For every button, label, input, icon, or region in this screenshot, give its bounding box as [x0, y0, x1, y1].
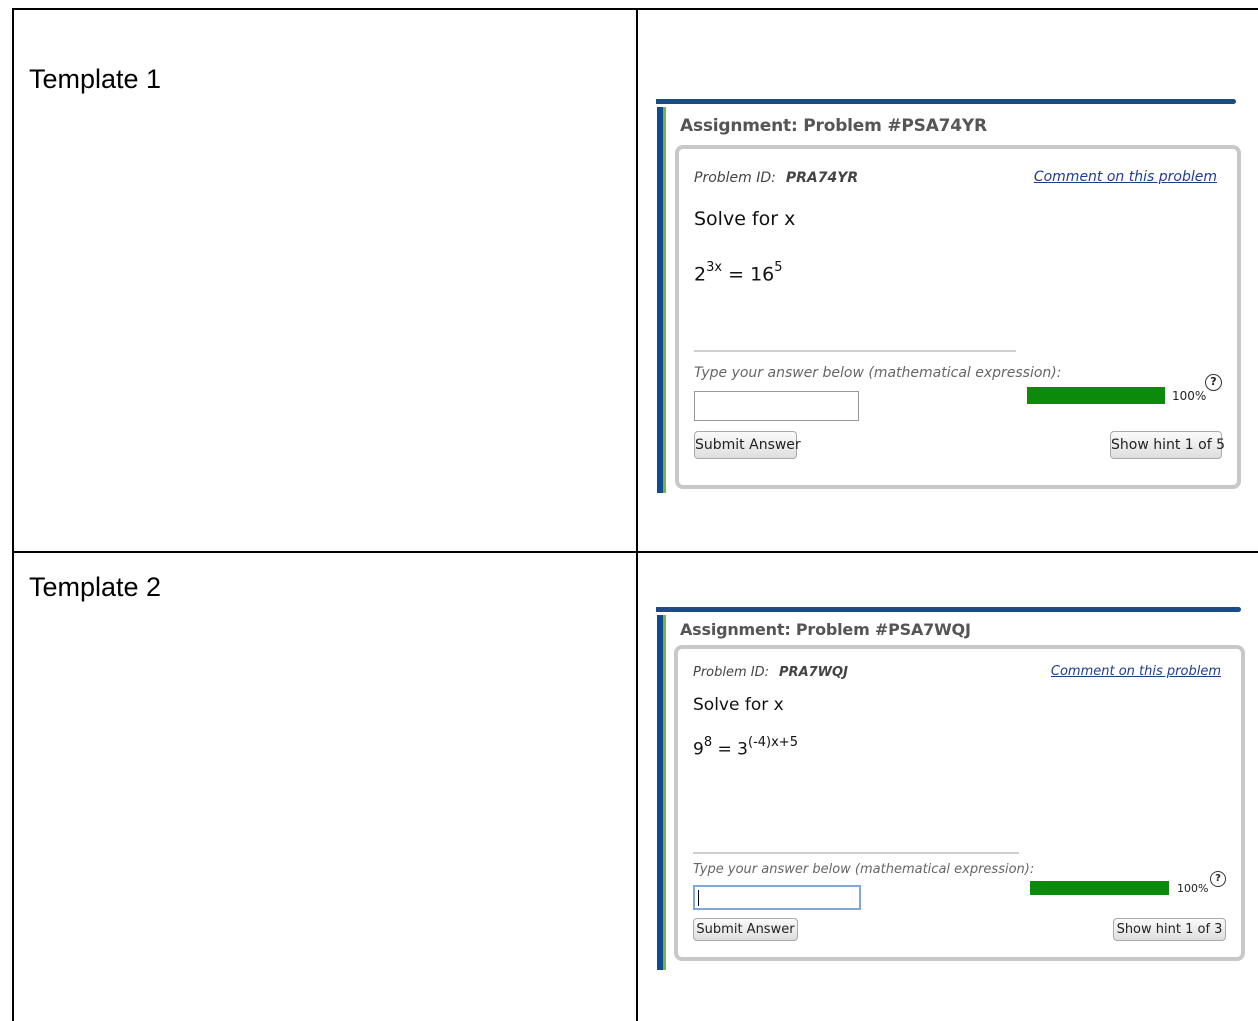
equation-rhs-base: 3	[737, 739, 748, 760]
equation-lhs-exponent: 8	[703, 735, 713, 750]
answer-input[interactable]	[694, 391, 859, 421]
show-hint-button[interactable]: Show hint 1 of 5	[1110, 431, 1225, 459]
help-icon[interactable]: ?	[1205, 374, 1222, 391]
problem-id-label: Problem ID:	[694, 170, 776, 186]
problem-equation: 98 = 3(-4)x+5	[693, 735, 798, 760]
progress-bar	[1030, 881, 1169, 895]
submit-answer-button[interactable]: Submit Answer	[694, 431, 801, 459]
problem-box: Problem ID: PRA74YR Comment on this probl…	[675, 145, 1241, 489]
submit-answer-button[interactable]: Submit Answer	[693, 918, 798, 941]
equation-rhs-exponent: 5	[774, 260, 783, 275]
equation-lhs-base: 9	[693, 739, 704, 760]
comment-link[interactable]: Comment on this problem	[1034, 169, 1217, 185]
problem-instruction: Solve for x	[693, 695, 784, 715]
problem-equation: 23x = 165	[694, 260, 783, 286]
assignment-title: Assignment: Problem #PSA7WQJ	[680, 620, 971, 639]
comment-link[interactable]: Comment on this problem	[1051, 664, 1221, 679]
panel-header-bar	[656, 607, 1241, 612]
panel-header-bar	[656, 99, 1236, 104]
answer-input[interactable]	[693, 885, 861, 910]
table-border-left	[12, 8, 14, 1021]
show-hint-button[interactable]: Show hint 1 of 3	[1113, 918, 1226, 941]
equation-rhs-base: 16	[750, 263, 775, 286]
problem-box: Problem ID: PRA7WQJ Comment on this probl…	[674, 645, 1245, 961]
help-icon[interactable]: ?	[1210, 871, 1226, 887]
equation-rhs-exponent: (-4)x+5	[748, 735, 798, 750]
equation-lhs-base: 2	[694, 263, 707, 286]
problem-panel-2: Assignment: Problem #PSA7WQJ Problem ID:…	[656, 607, 1245, 972]
equation-operator: =	[712, 739, 738, 760]
table-column-divider	[636, 8, 638, 1021]
problem-panel-1: Assignment: Problem #PSA74YR Problem ID:…	[656, 99, 1241, 499]
table-row-divider	[12, 551, 1258, 553]
progress-percent: 100%	[1172, 389, 1207, 403]
answer-separator	[693, 852, 1019, 854]
table-border-top	[12, 8, 1258, 10]
answer-separator	[694, 350, 1016, 352]
problem-id-label: Problem ID:	[693, 665, 770, 680]
problem-id: Problem ID: PRA7WQJ	[693, 665, 848, 680]
problem-id-value: PRA74YR	[785, 170, 859, 186]
equation-lhs-exponent: 3x	[706, 260, 723, 275]
equation-operator: =	[722, 263, 751, 286]
assignment-title: Assignment: Problem #PSA74YR	[680, 116, 987, 136]
panel-left-bar	[657, 615, 666, 970]
template-1-title: Template 1	[29, 64, 162, 94]
panel-left-bar	[657, 107, 666, 493]
answer-prompt: Type your answer below (mathematical exp…	[693, 862, 1035, 877]
text-caret	[698, 890, 699, 906]
answer-prompt: Type your answer below (mathematical exp…	[694, 365, 1062, 381]
progress-bar	[1027, 387, 1165, 404]
problem-instruction: Solve for x	[694, 208, 796, 230]
progress-percent: 100%	[1177, 882, 1209, 895]
template-2-title: Template 2	[29, 572, 162, 602]
problem-id: Problem ID: PRA74YR	[694, 170, 858, 186]
problem-id-value: PRA7WQJ	[779, 665, 848, 680]
